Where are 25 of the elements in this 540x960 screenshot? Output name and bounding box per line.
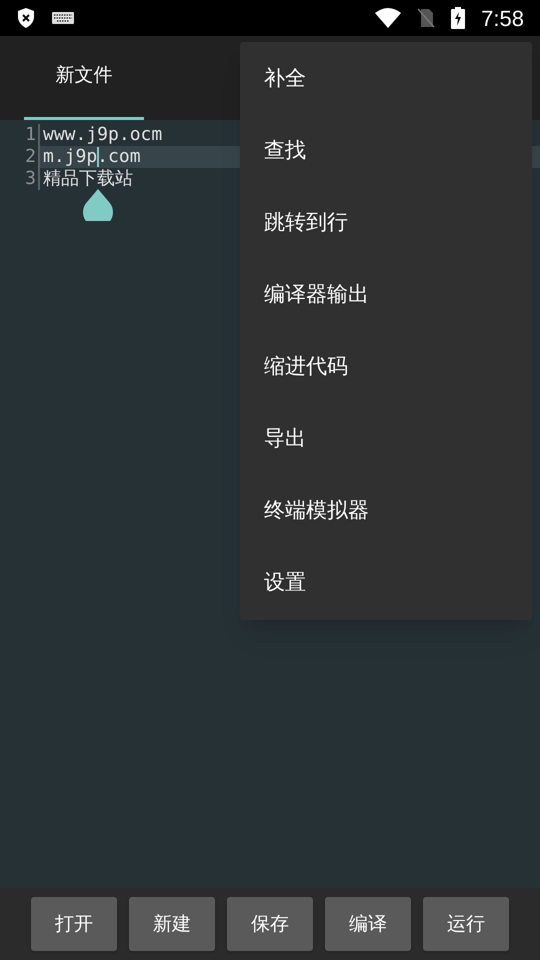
keyboard-icon bbox=[52, 12, 74, 24]
toolbar-button[interactable]: 编译 bbox=[325, 897, 411, 951]
code-line[interactable]: 精品下载站 bbox=[43, 168, 133, 189]
menu-item[interactable]: 补全 bbox=[240, 43, 532, 115]
wifi-icon bbox=[375, 8, 402, 28]
file-tab[interactable]: 新文件 bbox=[24, 36, 144, 120]
toolbar-button[interactable]: 保存 bbox=[227, 897, 313, 951]
menu-item[interactable]: 导出 bbox=[240, 403, 532, 475]
cursor-handle[interactable] bbox=[82, 189, 114, 221]
toolbar-button[interactable]: 运行 bbox=[423, 897, 509, 951]
menu-item[interactable]: 编译器输出 bbox=[240, 259, 532, 331]
shield-icon bbox=[16, 7, 36, 29]
toolbar-button[interactable]: 打开 bbox=[31, 897, 117, 951]
menu-item[interactable]: 设置 bbox=[240, 547, 532, 619]
line-number: 3 bbox=[0, 168, 40, 190]
menu-item[interactable]: 跳转到行 bbox=[240, 187, 532, 259]
code-line[interactable]: www.j9p.ocm bbox=[43, 124, 162, 145]
line-number: 1 bbox=[0, 124, 40, 146]
toolbar-button[interactable]: 新建 bbox=[129, 897, 215, 951]
menu-item[interactable]: 缩进代码 bbox=[240, 331, 532, 403]
no-sim-icon bbox=[417, 8, 436, 28]
battery-charging-icon bbox=[451, 7, 466, 29]
menu-item[interactable]: 终端模拟器 bbox=[240, 475, 532, 547]
menu-item[interactable]: 查找 bbox=[240, 115, 532, 187]
clock-time: 7:58 bbox=[481, 4, 524, 32]
